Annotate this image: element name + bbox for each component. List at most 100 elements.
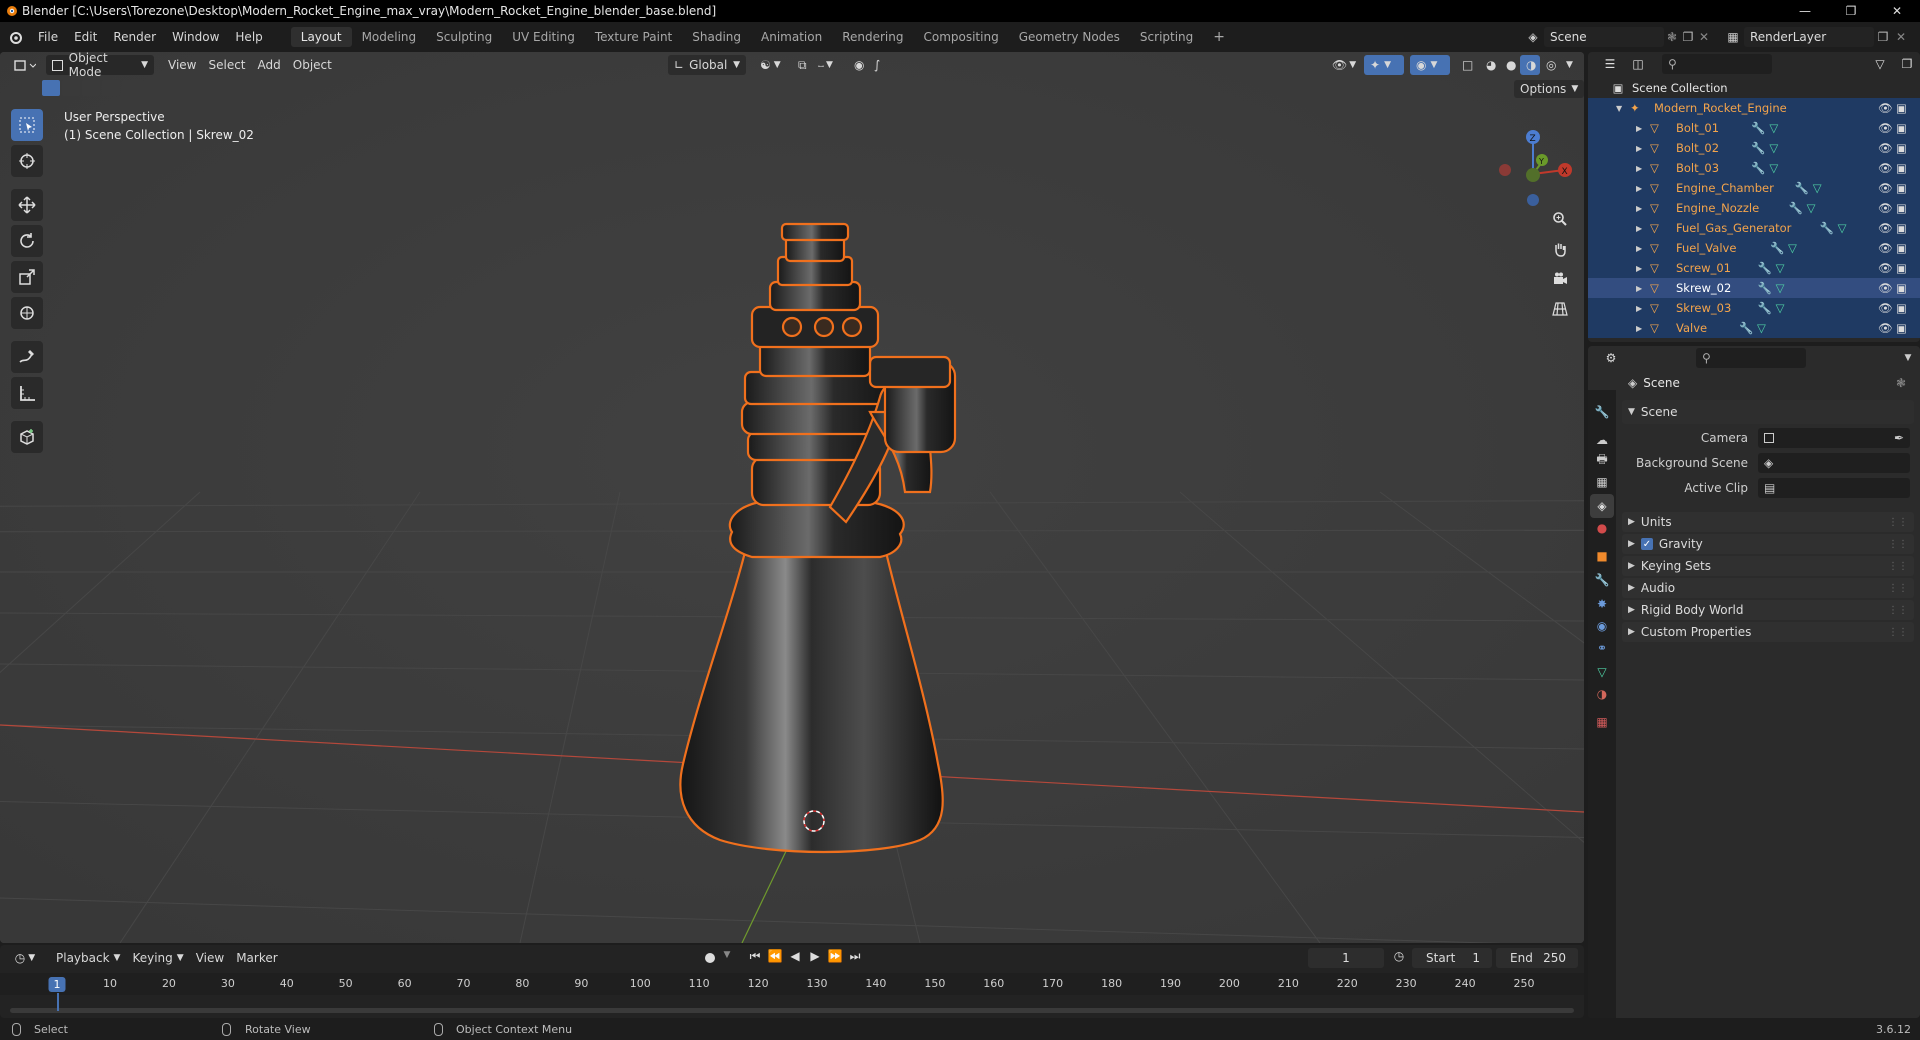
delete-scene-icon[interactable]: ✕ — [1696, 30, 1712, 44]
eye-icon[interactable]: 👁 — [1878, 221, 1893, 235]
filter-icon[interactable]: ▽ — [1866, 57, 1894, 71]
modifier-wrench-icon[interactable]: 🔧 — [1770, 241, 1784, 255]
menu-keying[interactable]: Keying ▼ — [126, 948, 189, 968]
tab-texture-paint[interactable]: Texture Paint — [585, 27, 682, 47]
editor-type-button[interactable] — [8, 55, 42, 75]
mesh-data-icon[interactable]: ▽ — [1769, 161, 1778, 175]
modifier-wrench-icon[interactable]: 🔧 — [1789, 201, 1803, 215]
timeline-editor-icon[interactable]: ◷ ▼ — [8, 951, 42, 965]
tab-sculpting[interactable]: Sculpting — [426, 27, 502, 47]
expand-arrow-icon[interactable]: ▶ — [1636, 124, 1650, 133]
physics-tab-icon[interactable]: ◉ — [1590, 614, 1614, 638]
new-collection-icon[interactable]: ❐ — [1894, 57, 1920, 71]
options-dropdown[interactable]: Options ▼ — [1514, 80, 1584, 98]
outliner-item-engine-chamber[interactable]: ▶ ▽ Engine_Chamber 🔧 ▽ 👁 ▣ — [1588, 178, 1920, 198]
outliner-collection-row[interactable]: ▼ ✦ Modern_Rocket_Engine 👁 ▣ — [1588, 98, 1920, 118]
blender-menu-icon[interactable] — [0, 27, 30, 47]
camera-icon[interactable]: ▣ — [1896, 141, 1907, 155]
panel-keying-sets[interactable]: ▶ Keying Sets ⋮⋮ — [1622, 556, 1914, 576]
expand-arrow-icon[interactable]: ▶ — [1636, 284, 1650, 293]
select-subtract-button[interactable] — [82, 80, 100, 96]
menu-marker[interactable]: Marker — [230, 948, 283, 968]
outliner-item-fuel-gas-generator[interactable]: ▶ ▽ Fuel_Gas_Generator 🔧 ▽ 👁 ▣ — [1588, 218, 1920, 238]
outliner-item-engine-nozzle[interactable]: ▶ ▽ Engine_Nozzle 🔧 ▽ 👁 ▣ — [1588, 198, 1920, 218]
pivot-dropdown[interactable]: ☯ ▼ — [754, 55, 788, 75]
add-workspace-button[interactable]: + — [1203, 26, 1235, 48]
menu-timeline-view[interactable]: View — [190, 948, 230, 968]
tab-animation[interactable]: Animation — [751, 27, 832, 47]
mesh-data-icon[interactable]: ▽ — [1776, 261, 1785, 275]
camera-icon[interactable]: ▣ — [1896, 121, 1907, 135]
material-tab-icon[interactable]: ◑ — [1590, 682, 1614, 706]
maximize-button[interactable]: ❐ — [1828, 0, 1874, 22]
outliner-scene-collection[interactable]: ▣ Scene Collection — [1588, 78, 1920, 98]
select-invert-button[interactable] — [102, 80, 120, 96]
expand-arrow-icon[interactable]: ▶ — [1636, 184, 1650, 193]
menu-select[interactable]: Select — [202, 55, 251, 75]
delete-viewlayer-icon[interactable]: ✕ — [1892, 30, 1910, 44]
outliner-item-fuel-valve[interactable]: ▶ ▽ Fuel_Valve 🔧 ▽ 👁 ▣ — [1588, 238, 1920, 258]
viewlayer-selector[interactable]: ▦ RenderLayer ❐ ✕ — [1722, 27, 1918, 47]
record-keyframe-icon[interactable] — [702, 950, 718, 966]
modifier-wrench-icon[interactable]: 🔧 — [1758, 301, 1772, 315]
eye-icon[interactable]: 👁 — [1878, 121, 1893, 135]
prev-keyframe-icon[interactable]: ⏪ — [766, 949, 784, 963]
texture-tab-icon[interactable]: ▦ — [1590, 710, 1614, 734]
expand-arrow-icon[interactable]: ▼ — [1616, 104, 1630, 113]
outliner-item-valve[interactable]: ▶ ▽ Valve 🔧 ▽ 👁 ▣ — [1588, 318, 1920, 338]
properties-editor[interactable]: ⚙ ⚲ ▼ 🔧 ☁ 🖶 ▦ ◈ ● ■ 🔧 ✸ ◉ ⚭ ▽ ◑ ▦ ◈ Scene ❃ ▼ Scene C… — [1588, 346, 1920, 1018]
panel-custom-properties[interactable]: ▶ Custom Properties ⋮⋮ — [1622, 622, 1914, 642]
camera-icon[interactable]: ▣ — [1896, 261, 1907, 275]
wireframe-shading-button[interactable]: ◕ — [1480, 55, 1500, 75]
close-button[interactable]: ✕ — [1874, 0, 1920, 22]
xray-toggle[interactable]: □ — [1456, 55, 1478, 75]
eye-icon[interactable]: 👁 — [1878, 301, 1893, 315]
play-reverse-icon[interactable]: ◀ — [786, 949, 804, 963]
select-extend-button[interactable] — [62, 80, 80, 96]
outliner-item-screw-01[interactable]: ▶ ▽ Screw_01 🔧 ▽ 👁 ▣ — [1588, 258, 1920, 278]
mesh-data-icon[interactable]: ▽ — [1838, 221, 1847, 235]
data-tab-icon[interactable]: ▽ — [1590, 660, 1614, 684]
new-scene-icon[interactable]: ❐ — [1680, 30, 1696, 44]
properties-editor-icon[interactable]: ⚙ — [1596, 351, 1626, 365]
camera-icon[interactable]: ▣ — [1896, 281, 1907, 295]
mesh-data-icon[interactable]: ▽ — [1813, 181, 1822, 195]
tab-compositing[interactable]: Compositing — [913, 27, 1008, 47]
camera-icon[interactable]: ▣ — [1896, 161, 1907, 175]
modifier-tab-icon[interactable]: 🔧 — [1590, 568, 1614, 592]
menu-view[interactable]: View — [162, 55, 202, 75]
eye-icon[interactable]: 👁 — [1878, 141, 1893, 155]
camera-icon[interactable]: ▣ — [1896, 201, 1907, 215]
zoom-icon[interactable] — [1546, 205, 1574, 233]
outliner-item-bolt-03[interactable]: ▶ ▽ Bolt_03 🔧 ▽ 👁 ▣ — [1588, 158, 1920, 178]
drag-handle-icon[interactable]: ⋮⋮ — [1888, 517, 1908, 528]
tab-scripting[interactable]: Scripting — [1130, 27, 1203, 47]
falloff-dropdown[interactable]: ∫ — [868, 55, 894, 75]
current-frame-marker[interactable]: 1 — [48, 977, 66, 992]
expand-arrow-icon[interactable]: ▶ — [1636, 244, 1650, 253]
snap-target-dropdown[interactable]: ⧿ ▼ — [812, 55, 842, 75]
modifier-wrench-icon[interactable]: 🔧 — [1758, 281, 1772, 295]
mode-dropdown[interactable]: Object Mode ▼ — [46, 52, 154, 79]
drag-handle-icon[interactable]: ⋮⋮ — [1888, 561, 1908, 572]
camera-field[interactable]: ✒ — [1758, 428, 1910, 448]
measure-tool[interactable] — [11, 377, 43, 409]
mesh-data-icon[interactable]: ▽ — [1776, 281, 1785, 295]
chevron-down-icon[interactable]: ▼ — [1896, 353, 1920, 363]
output-tab-icon[interactable]: 🖶 — [1590, 448, 1614, 472]
menu-add[interactable]: Add — [252, 55, 287, 75]
active-clip-field[interactable]: ▤ — [1758, 478, 1910, 498]
modifier-wrench-icon[interactable]: 🔧 — [1758, 261, 1772, 275]
display-mode-icon[interactable]: ◫ — [1624, 57, 1652, 71]
panel-units[interactable]: ▶ Units ⋮⋮ — [1622, 512, 1914, 532]
material-shading-button[interactable]: ◑ — [1520, 55, 1540, 75]
proportional-edit-toggle[interactable]: ◉ — [848, 55, 870, 75]
rotate-tool[interactable] — [11, 225, 43, 257]
outliner-item-skrew-02[interactable]: ▶ ▽ Skrew_02 🔧 ▽ 👁 ▣ — [1588, 278, 1920, 298]
overlay-toggle[interactable]: ◉ ▼ — [1410, 55, 1450, 75]
tab-uv-editing[interactable]: UV Editing — [502, 27, 585, 47]
minimize-button[interactable]: — — [1782, 0, 1828, 22]
end-frame-field[interactable]: End 250 — [1496, 948, 1578, 968]
camera-icon[interactable]: ▣ — [1896, 181, 1907, 195]
eye-icon[interactable]: 👁 — [1878, 321, 1893, 335]
